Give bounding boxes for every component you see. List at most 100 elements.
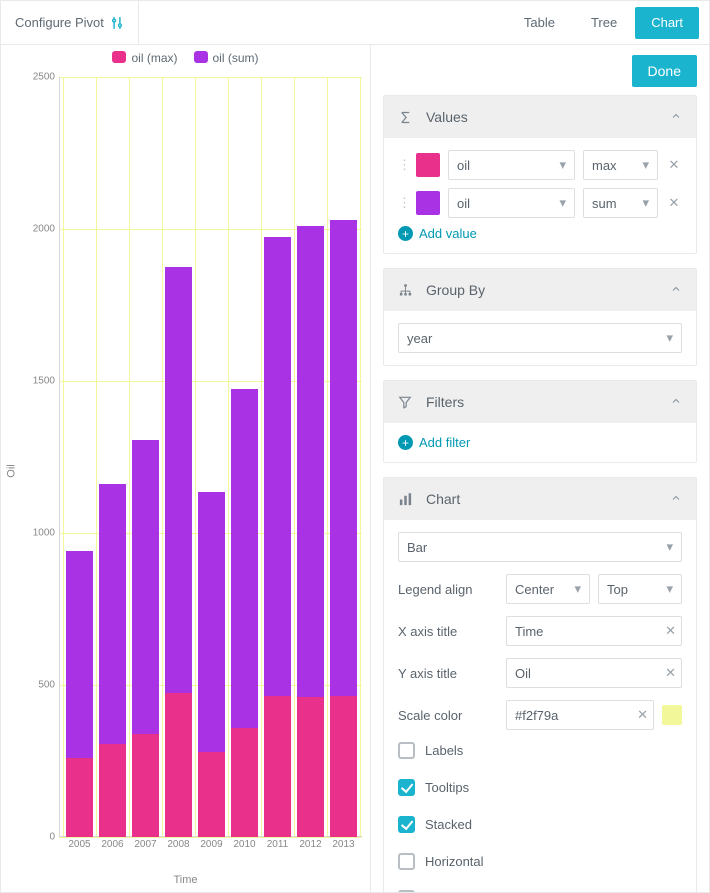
value-field-select[interactable]: oil▾ bbox=[448, 150, 575, 180]
y-tick: 2500 bbox=[27, 72, 55, 83]
remove-value-icon[interactable]: ✕ bbox=[666, 195, 682, 211]
clear-icon[interactable]: ✕ bbox=[665, 623, 676, 639]
checkbox-box bbox=[398, 853, 415, 870]
bar[interactable] bbox=[228, 77, 261, 837]
value-agg-select[interactable]: max▾ bbox=[583, 150, 658, 180]
hierarchy-icon bbox=[398, 283, 416, 298]
value-color-chip[interactable] bbox=[416, 191, 440, 215]
section-filters-header[interactable]: Filters bbox=[384, 381, 696, 423]
y-tick: 500 bbox=[27, 680, 55, 691]
x-tick: 2012 bbox=[294, 839, 327, 857]
bar[interactable] bbox=[327, 77, 360, 837]
groupby-field-select[interactable]: year▾ bbox=[398, 323, 682, 353]
legend-item-sum: oil (sum) bbox=[194, 51, 259, 65]
y-tick: 1500 bbox=[27, 376, 55, 387]
bar-chart-icon bbox=[398, 492, 416, 507]
checkbox-log[interactable]: Logarithmic scale bbox=[398, 890, 682, 892]
x-axis-title-label: X axis title bbox=[398, 624, 498, 639]
y-axis-title-input[interactable] bbox=[506, 658, 682, 688]
scale-color-input[interactable] bbox=[506, 700, 654, 730]
configure-pivot-label: Configure Pivot bbox=[1, 1, 139, 44]
checkbox-labels[interactable]: Labels bbox=[398, 742, 682, 759]
x-tick: 2013 bbox=[327, 839, 360, 857]
value-field-select[interactable]: oil▾ bbox=[448, 188, 575, 218]
y-tick: 1000 bbox=[27, 528, 55, 539]
settings-sliders-icon[interactable] bbox=[110, 16, 124, 30]
add-filter-button[interactable]: + Add filter bbox=[398, 435, 682, 450]
x-axis-label: Time bbox=[1, 871, 370, 892]
plus-icon: + bbox=[398, 435, 413, 450]
value-agg-select[interactable]: sum▾ bbox=[583, 188, 658, 218]
clear-icon[interactable]: ✕ bbox=[637, 707, 648, 723]
x-tick: 2008 bbox=[162, 839, 195, 857]
section-groupby-header[interactable]: Group By bbox=[384, 269, 696, 311]
x-tick: 2006 bbox=[96, 839, 129, 857]
scale-color-swatch[interactable] bbox=[662, 705, 682, 725]
chevron-up-icon bbox=[670, 109, 682, 125]
bar[interactable] bbox=[294, 77, 327, 837]
legend-align-label: Legend align bbox=[398, 582, 498, 597]
legend-align-h-select[interactable]: Center▾ bbox=[506, 574, 590, 604]
drag-handle-icon[interactable]: ⋮⋮ bbox=[398, 195, 408, 211]
tab-table[interactable]: Table bbox=[506, 1, 573, 44]
checkbox-box bbox=[398, 890, 415, 892]
legend-align-v-select[interactable]: Top▾ bbox=[598, 574, 682, 604]
bars-container bbox=[63, 77, 360, 837]
y-axis-title-label: Y axis title bbox=[398, 666, 498, 681]
legend-item-max: oil (max) bbox=[112, 51, 177, 65]
caret-down-icon: ▾ bbox=[666, 330, 673, 346]
bar[interactable] bbox=[261, 77, 294, 837]
plus-icon: + bbox=[398, 226, 413, 241]
tab-chart[interactable]: Chart bbox=[635, 7, 699, 39]
checkbox-box bbox=[398, 816, 415, 833]
bar[interactable] bbox=[129, 77, 162, 837]
chevron-up-icon bbox=[670, 394, 682, 410]
section-chart: Chart Bar▾ Legend align Center▾ Top▾ bbox=[383, 477, 697, 892]
x-tick: 2011 bbox=[261, 839, 294, 857]
tab-tree[interactable]: Tree bbox=[573, 1, 635, 44]
chevron-up-icon bbox=[670, 282, 682, 298]
legend-swatch-purple bbox=[194, 51, 208, 63]
x-tick: 2007 bbox=[129, 839, 162, 857]
add-value-button[interactable]: +Add value bbox=[398, 226, 682, 241]
y-tick: 0 bbox=[27, 832, 55, 843]
checkbox-stacked[interactable]: Stacked bbox=[398, 816, 682, 833]
value-row: ⋮⋮ oil▾ max▾ ✕ bbox=[398, 150, 682, 180]
x-tick: 2009 bbox=[195, 839, 228, 857]
bar[interactable] bbox=[162, 77, 195, 837]
x-tick: 2005 bbox=[63, 839, 96, 857]
chart-pane: oil (max) oil (sum) Oil 0500100015002000… bbox=[1, 45, 371, 892]
topbar: Configure Pivot Table Tree Chart bbox=[1, 1, 709, 45]
section-filters-title: Filters bbox=[426, 394, 464, 410]
section-values-header[interactable]: Values bbox=[384, 96, 696, 138]
section-chart-title: Chart bbox=[426, 491, 460, 507]
section-filters: Filters + Add filter bbox=[383, 380, 697, 463]
pivot-configure-window: Configure Pivot Table Tree Chart oil (ma… bbox=[0, 0, 710, 893]
value-row: ⋮⋮ oil▾ sum▾ ✕ bbox=[398, 188, 682, 218]
x-tick: 2010 bbox=[228, 839, 261, 857]
bar[interactable] bbox=[195, 77, 228, 837]
chevron-up-icon bbox=[670, 491, 682, 507]
caret-down-icon: ▾ bbox=[666, 539, 673, 555]
value-color-chip[interactable] bbox=[416, 153, 440, 177]
scale-color-label: Scale color bbox=[398, 708, 498, 723]
section-groupby-title: Group By bbox=[426, 282, 485, 298]
x-axis-title-input-wrap: ✕ bbox=[506, 616, 682, 646]
checkbox-tooltips[interactable]: Tooltips bbox=[398, 779, 682, 796]
section-values: Values ⋮⋮ oil▾ max▾ ✕ ⋮⋮ oil▾ sum▾ ✕ +Add value bbox=[383, 95, 697, 254]
bar[interactable] bbox=[96, 77, 129, 837]
chart-legend: oil (max) oil (sum) bbox=[1, 45, 370, 71]
bar[interactable] bbox=[63, 77, 96, 837]
config-panel: Values ⋮⋮oil▾max▾✕⋮⋮oil▾sum▾✕+Add value … bbox=[371, 95, 709, 892]
done-button[interactable]: Done bbox=[632, 55, 697, 87]
clear-icon[interactable]: ✕ bbox=[665, 665, 676, 681]
checkbox-horizontal[interactable]: Horizontal bbox=[398, 853, 682, 870]
remove-value-icon[interactable]: ✕ bbox=[666, 157, 682, 173]
filter-icon bbox=[398, 395, 416, 409]
checkbox-box bbox=[398, 779, 415, 796]
y-tick: 2000 bbox=[27, 224, 55, 235]
chart-type-select[interactable]: Bar▾ bbox=[398, 532, 682, 562]
drag-handle-icon[interactable]: ⋮⋮ bbox=[398, 157, 408, 173]
x-axis-title-input[interactable] bbox=[506, 616, 682, 646]
section-chart-header[interactable]: Chart bbox=[384, 478, 696, 520]
